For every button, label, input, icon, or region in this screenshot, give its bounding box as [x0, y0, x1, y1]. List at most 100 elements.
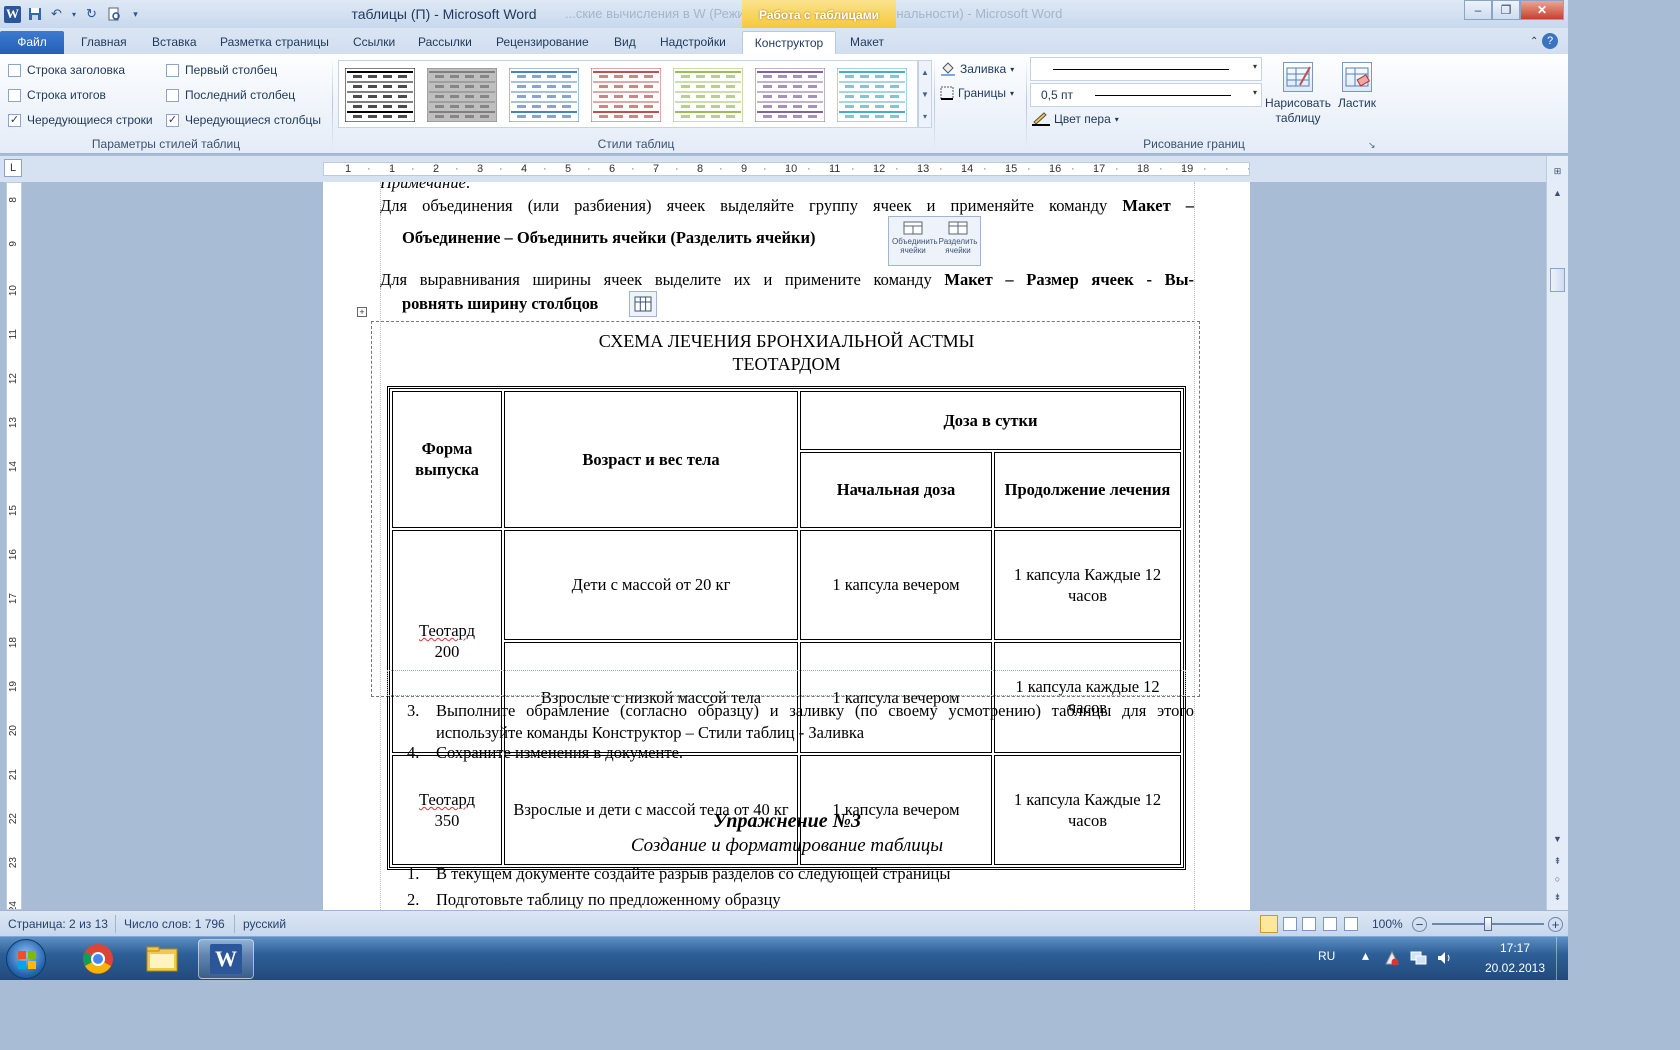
header-row-checkbox[interactable]: Строка заголовка — [8, 63, 125, 77]
styles-gallery-scroll[interactable]: ▲ ▼ ▾ — [918, 60, 932, 128]
previous-page-icon[interactable]: ⇞ — [1550, 854, 1565, 869]
header-start-dose[interactable]: Начальная доза — [800, 451, 992, 528]
table-style-3[interactable] — [508, 67, 580, 123]
draw-table-button[interactable]: Нарисовать таблицу — [1262, 62, 1334, 126]
scroll-down-icon[interactable]: ▼ — [1550, 832, 1565, 847]
tab-references[interactable]: Ссылки — [345, 31, 403, 54]
word-count[interactable]: Число слов: 1 796 — [124, 917, 225, 931]
zoom-slider[interactable] — [1432, 917, 1544, 931]
first-column-checkbox[interactable]: Первый столбец — [166, 63, 277, 77]
table-style-4[interactable] — [590, 67, 662, 123]
action-center-icon[interactable] — [1384, 950, 1400, 969]
zoom-level[interactable]: 100% — [1372, 917, 1403, 931]
banded-rows-checkbox[interactable]: ✓ Чередующиеся строки — [8, 113, 153, 127]
table-move-handle-icon[interactable]: + — [357, 307, 367, 317]
browse-object-icon[interactable]: ○ — [1550, 872, 1565, 887]
word-taskbar-button[interactable]: W — [198, 939, 254, 979]
word-logo-icon[interactable]: W — [4, 5, 21, 23]
chrome-taskbar-button[interactable] — [70, 939, 126, 979]
tab-insert[interactable]: Вставка — [144, 31, 205, 54]
horizontal-ruler[interactable]: 1 1 2 3 4 5 6 7 8 9 10 11 12 13 14 15 16 17 18 19 · · · · · · · · · ·… — [323, 162, 1250, 176]
draft-view-icon[interactable] — [1344, 917, 1358, 931]
vertical-scrollbar[interactable]: ⊞ ▲ ▼ ⇞ ○ ⇟ — [1546, 156, 1568, 910]
tab-home[interactable]: Главная — [73, 31, 135, 54]
redo-icon[interactable]: ↻ — [83, 6, 100, 23]
header-continuation[interactable]: Продолжение лечения — [994, 451, 1181, 528]
language[interactable]: русский — [243, 917, 286, 931]
header-form[interactable]: Форма выпуска — [392, 391, 502, 528]
network-icon[interactable] — [1410, 950, 1428, 969]
zoom-in-icon[interactable]: + — [1548, 917, 1563, 932]
checkbox-box[interactable] — [166, 63, 179, 77]
table-style-6[interactable] — [754, 67, 826, 123]
close-button[interactable]: ✕ — [1520, 0, 1564, 20]
checkbox-box[interactable] — [8, 88, 21, 102]
tab-layout[interactable]: Макет — [842, 31, 892, 54]
volume-icon[interactable] — [1436, 950, 1454, 969]
checkbox-checked[interactable]: ✓ — [166, 113, 179, 127]
table-style-5[interactable] — [672, 67, 744, 123]
tab-mailings[interactable]: Рассылки — [410, 31, 480, 54]
print-preview-icon[interactable] — [105, 6, 122, 23]
gallery-down-icon[interactable]: ▼ — [921, 90, 929, 99]
zoom-out-icon[interactable]: − — [1412, 917, 1427, 932]
banded-columns-checkbox[interactable]: ✓ Чередующиеся столбцы — [166, 113, 321, 127]
tab-addins[interactable]: Надстройки — [652, 31, 734, 54]
table-style-1[interactable] — [344, 67, 416, 123]
minimize-button[interactable]: – — [1464, 0, 1492, 20]
borders-button[interactable]: Границы ▾ — [940, 86, 1014, 100]
start-button[interactable] — [6, 939, 46, 979]
tab-page-layout[interactable]: Разметка страницы — [212, 31, 337, 54]
scroll-up-icon[interactable]: ▲ — [1550, 186, 1565, 201]
checkbox-box[interactable] — [166, 88, 179, 102]
cell-start-row1[interactable]: 1 капсула вечером — [800, 529, 992, 641]
input-language[interactable]: RU — [1318, 949, 1335, 963]
save-icon[interactable] — [26, 6, 43, 23]
vertical-ruler[interactable]: 8 9 10 11 12 13 14 15 16 17 18 19 20 21 22 23 24 — [6, 182, 22, 910]
web-layout-icon[interactable] — [1302, 917, 1316, 931]
explorer-taskbar-button[interactable] — [134, 939, 190, 979]
pen-weight-select[interactable]: 0,5 пт ▾ — [1030, 83, 1262, 107]
cell-age-row1[interactable]: Дети с массой от 20 кг — [504, 529, 798, 641]
tab-design[interactable]: Конструктор — [742, 31, 836, 54]
table-style-2[interactable] — [426, 67, 498, 123]
full-screen-reading-icon[interactable] — [1283, 917, 1297, 931]
last-column-checkbox[interactable]: Последний столбец — [166, 88, 295, 102]
tab-file[interactable]: Файл — [0, 31, 64, 54]
shading-button[interactable]: Заливка ▾ — [940, 62, 1014, 76]
header-dose[interactable]: Доза в сутки — [800, 391, 1181, 450]
undo-icon[interactable]: ↶ — [48, 6, 65, 23]
help-icon[interactable]: ? — [1542, 33, 1558, 49]
clock-time[interactable]: 17:17 — [1490, 941, 1540, 955]
maximize-button[interactable]: ❐ — [1492, 0, 1520, 20]
page-count[interactable]: Страница: 2 из 13 — [8, 917, 108, 931]
document-page[interactable]: Примечание: Для объединения (или разбиен… — [323, 182, 1250, 910]
scroll-thumb[interactable] — [1550, 268, 1565, 292]
pen-color-button[interactable]: Цвет пера ▾ — [1032, 112, 1119, 126]
checkbox-box[interactable] — [8, 63, 21, 77]
pen-style-select[interactable]: ▾ — [1030, 57, 1262, 81]
gallery-up-icon[interactable]: ▲ — [921, 68, 929, 77]
dialog-launcher-icon[interactable]: ↘ — [1368, 140, 1376, 151]
tab-selector-icon[interactable]: L — [4, 159, 22, 177]
total-row-checkbox[interactable]: Строка итогов — [8, 88, 106, 102]
tab-view[interactable]: Вид — [606, 31, 644, 54]
tab-review[interactable]: Рецензирование — [488, 31, 597, 54]
outline-view-icon[interactable] — [1323, 917, 1337, 931]
cell-cont-row1[interactable]: 1 капсула Каждые 12 часов — [994, 529, 1181, 641]
show-desktop-button[interactable] — [1556, 937, 1568, 981]
table-style-7[interactable] — [836, 67, 908, 123]
undo-dropdown-icon[interactable]: ▾ — [70, 6, 78, 23]
header-age[interactable]: Возраст и вес тела — [504, 391, 798, 528]
show-hidden-icons-icon[interactable]: ▴ — [1362, 947, 1369, 964]
customize-qat-icon[interactable]: ▾ — [127, 6, 144, 23]
gallery-more-icon[interactable]: ▾ — [923, 112, 927, 121]
print-layout-view-icon[interactable] — [1260, 915, 1278, 933]
treatment-table[interactable]: Форма выпуска Возраст и вес тела Доза в … — [387, 386, 1186, 870]
clock-date[interactable]: 20.02.2013 — [1474, 961, 1556, 975]
view-ruler-icon[interactable]: ⊞ — [1550, 164, 1565, 179]
table-styles-gallery[interactable] — [338, 60, 918, 128]
eraser-button[interactable]: Ластик — [1334, 62, 1380, 111]
zoom-slider-thumb[interactable] — [1484, 917, 1492, 931]
next-page-icon[interactable]: ⇟ — [1550, 890, 1565, 905]
